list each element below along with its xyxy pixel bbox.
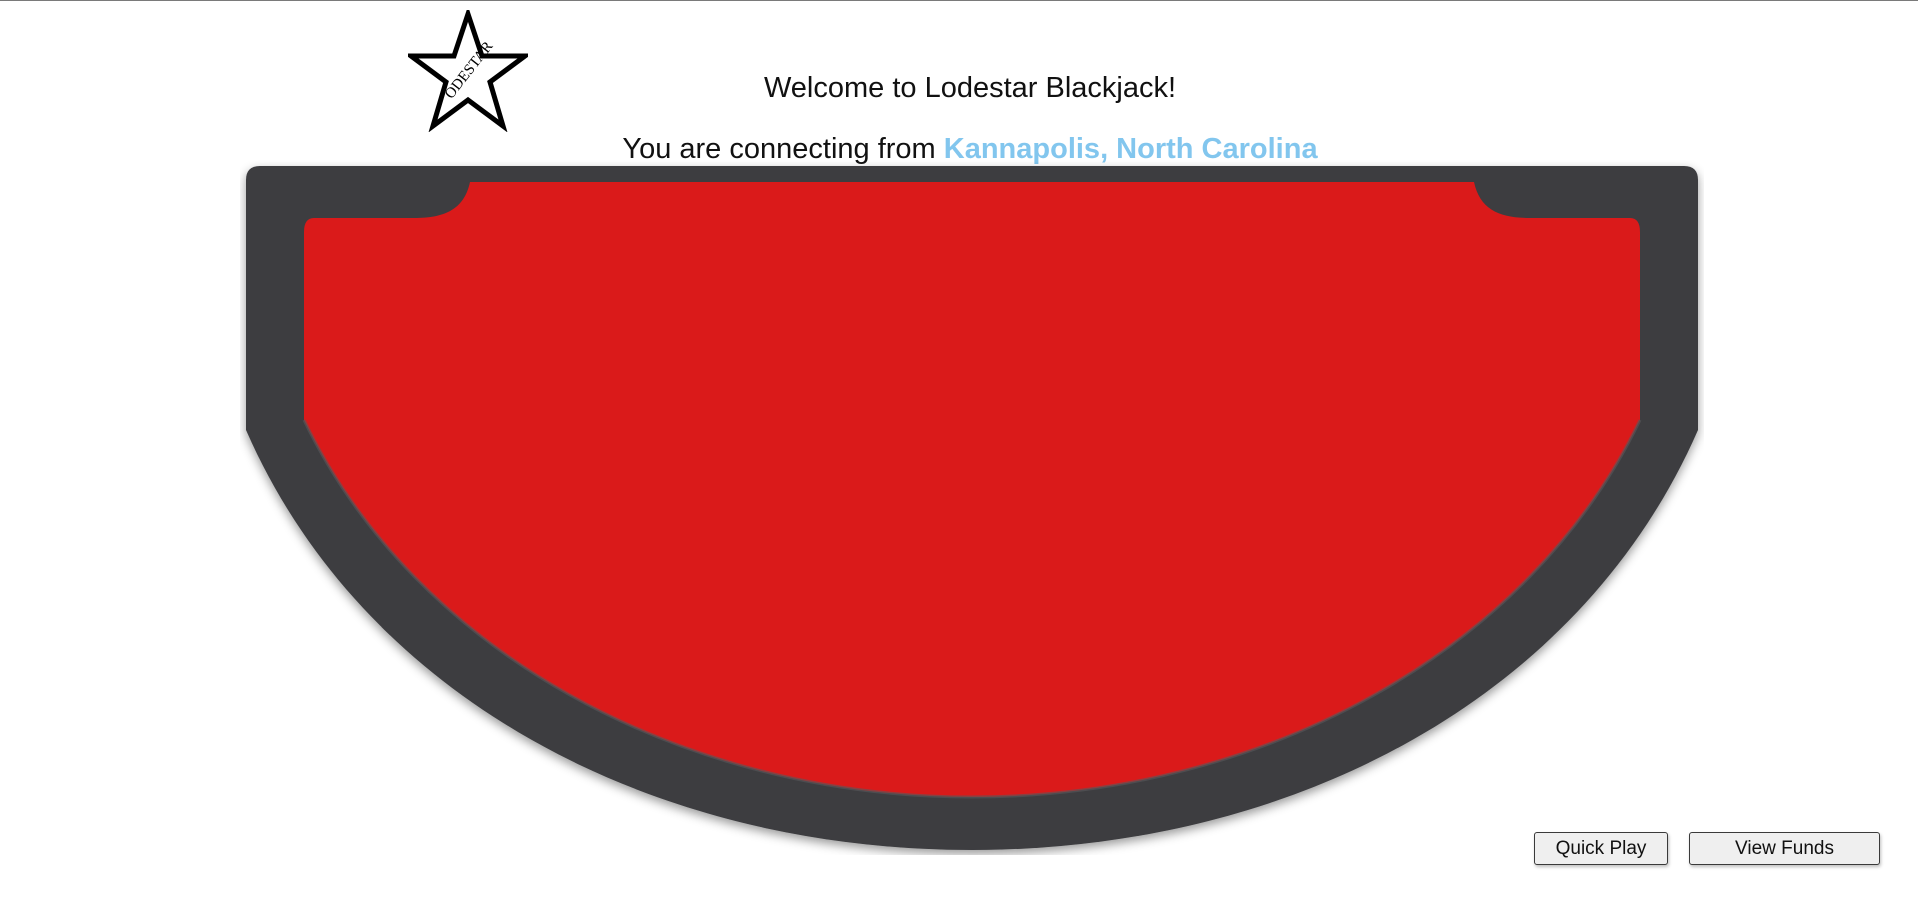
quick-play-button[interactable]: Quick Play — [1534, 832, 1668, 865]
welcome-heading: Welcome to Lodestar Blackjack! — [763, 72, 1177, 104]
view-funds-button[interactable]: View Funds — [1689, 832, 1880, 865]
blackjack-table — [246, 166, 1698, 850]
top-border — [0, 0, 1918, 1]
